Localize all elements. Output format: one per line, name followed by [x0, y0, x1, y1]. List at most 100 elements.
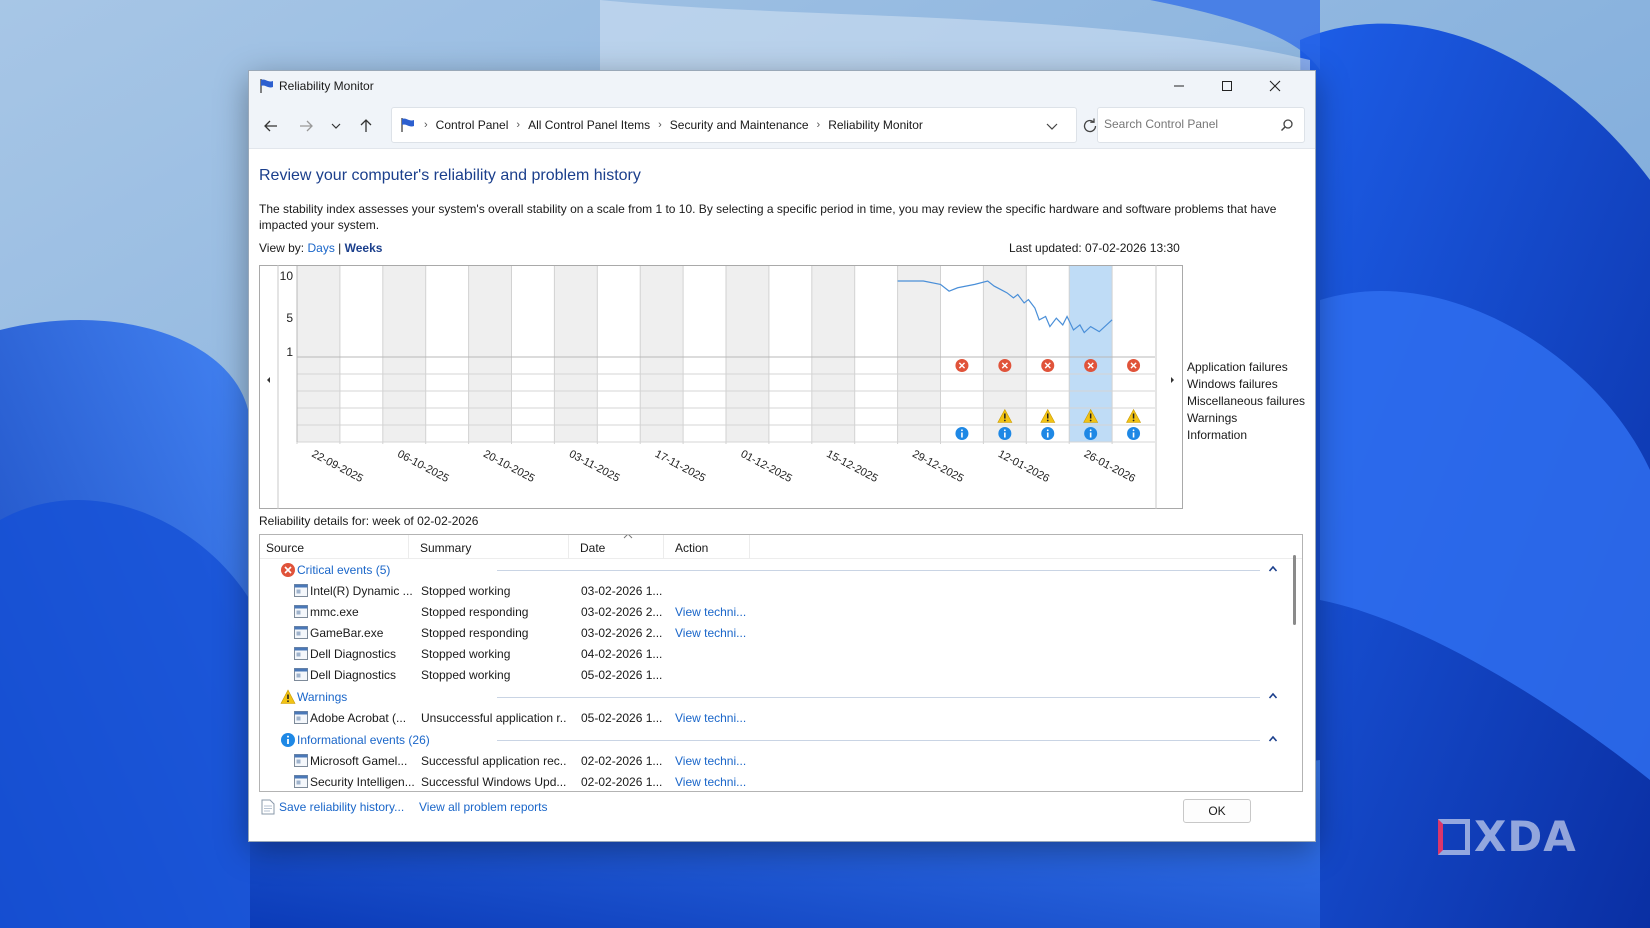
view-technical-details-link[interactable]: View techni... — [675, 754, 746, 768]
application-icon — [294, 775, 308, 788]
reliability-chart[interactable]: 105122-09-202506-10-202520-10-202503-11-… — [259, 265, 1183, 509]
chevron-down-icon — [328, 118, 344, 134]
view-by-selector: View by: Days | Weeks — [259, 241, 382, 255]
week-column[interactable] — [297, 266, 340, 442]
table-row[interactable]: Dell DiagnosticsStopped working05-02-202… — [260, 665, 1302, 686]
close-button[interactable] — [1251, 71, 1299, 101]
table-row[interactable]: Adobe Acrobat (...Unsuccessful applicati… — [260, 708, 1302, 729]
view-technical-details-link[interactable]: View techni... — [675, 626, 746, 640]
column-divider[interactable] — [408, 535, 409, 559]
week-column[interactable] — [554, 266, 597, 442]
ok-button[interactable]: OK — [1183, 799, 1251, 823]
week-column[interactable] — [769, 266, 812, 442]
group-divider — [497, 740, 1260, 741]
minimize-button[interactable] — [1155, 71, 1203, 101]
minimize-icon — [1173, 80, 1185, 92]
address-bar[interactable]: › Control Panel › All Control Panel Item… — [391, 107, 1077, 143]
row-source: mmc.exe — [310, 605, 414, 619]
info-event-dot — [1004, 429, 1006, 431]
group-label[interactable]: Informational events (26) — [297, 733, 430, 747]
week-column[interactable] — [812, 266, 855, 442]
application-icon — [294, 626, 308, 639]
week-column[interactable] — [941, 266, 984, 442]
row-source: Adobe Acrobat (... — [310, 711, 414, 725]
column-divider[interactable] — [749, 535, 750, 559]
column-divider[interactable] — [568, 535, 569, 559]
collapse-chevron-icon[interactable] — [1268, 734, 1278, 744]
column-summary[interactable]: Summary — [420, 541, 471, 555]
view-technical-details-link[interactable]: View techni... — [675, 711, 746, 725]
search-input[interactable] — [1104, 117, 1274, 131]
table-row[interactable]: Microsoft Gamel...Successful application… — [260, 751, 1302, 772]
row-source: Microsoft Gamel... — [310, 754, 414, 768]
vertical-scrollbar[interactable] — [1293, 555, 1296, 625]
info-event-dot — [961, 429, 963, 431]
view-technical-details-link[interactable]: View techni... — [675, 775, 746, 789]
up-button[interactable] — [354, 115, 378, 137]
row-summary: Stopped working — [421, 584, 567, 598]
search-icon[interactable] — [1280, 118, 1294, 132]
breadcrumb-all-items[interactable]: All Control Panel Items — [528, 118, 650, 132]
group-divider — [497, 570, 1260, 571]
back-button[interactable] — [259, 115, 283, 137]
event-group[interactable]: Informational events (26) — [260, 729, 1302, 751]
search-box — [1097, 107, 1305, 143]
save-reliability-history-link[interactable]: Save reliability history... — [279, 800, 404, 814]
title-bar: Reliability Monitor — [249, 71, 1315, 101]
group-label[interactable]: Critical events (5) — [297, 563, 390, 577]
table-row[interactable]: Intel(R) Dynamic ...Stopped working03-02… — [260, 581, 1302, 602]
view-days-link[interactable]: Days — [307, 241, 334, 255]
breadcrumb-separator[interactable]: › — [658, 119, 662, 131]
warning-event-dot — [1004, 420, 1006, 422]
event-group[interactable]: Warnings — [260, 686, 1302, 708]
view-separator: | — [338, 241, 341, 255]
forward-button[interactable] — [294, 115, 318, 137]
collapse-chevron-icon[interactable] — [1268, 691, 1278, 701]
column-date[interactable]: Date — [580, 541, 605, 555]
warning-event-dot — [1133, 420, 1135, 422]
breadcrumb-control-panel[interactable]: Control Panel — [436, 118, 509, 132]
week-column[interactable] — [683, 266, 726, 442]
breadcrumb-security-maintenance[interactable]: Security and Maintenance — [670, 118, 809, 132]
address-dropdown-icon[interactable] — [1044, 118, 1060, 134]
week-column[interactable] — [383, 266, 426, 442]
breadcrumb-separator[interactable]: › — [817, 119, 821, 131]
collapse-chevron-icon[interactable] — [1268, 564, 1278, 574]
group-label[interactable]: Warnings — [297, 690, 347, 704]
week-column[interactable] — [512, 266, 555, 442]
breadcrumb-separator[interactable]: › — [516, 119, 520, 131]
week-column[interactable] — [426, 266, 469, 442]
week-column[interactable] — [640, 266, 683, 442]
week-column[interactable] — [898, 266, 941, 442]
view-all-problem-reports-link[interactable]: View all problem reports — [419, 800, 548, 814]
breadcrumb-reliability-monitor[interactable]: Reliability Monitor — [828, 118, 923, 132]
application-icon — [294, 584, 308, 597]
column-divider[interactable] — [663, 535, 664, 559]
view-technical-details-link[interactable]: View techni... — [675, 605, 746, 619]
table-row[interactable]: Security Intelligen...Successful Windows… — [260, 772, 1302, 792]
details-for-label: Reliability details for: week of 02-02-2… — [259, 514, 478, 528]
view-by-label: View by: — [259, 241, 304, 255]
table-row[interactable]: Dell DiagnosticsStopped working04-02-202… — [260, 644, 1302, 665]
week-column[interactable] — [597, 266, 640, 442]
table-row[interactable]: GameBar.exeStopped responding03-02-2026 … — [260, 623, 1302, 644]
table-row[interactable]: mmc.exeStopped responding03-02-2026 2...… — [260, 602, 1302, 623]
recent-locations-button[interactable] — [324, 115, 348, 137]
info-icon — [280, 732, 296, 748]
row-source: Dell Diagnostics — [310, 647, 414, 661]
week-column[interactable] — [340, 266, 383, 442]
event-legend: Application failures Windows failures Mi… — [1187, 359, 1305, 444]
group-divider — [497, 697, 1260, 698]
row-date: 02-02-2026 1... — [581, 754, 673, 768]
row-source: GameBar.exe — [310, 626, 414, 640]
week-column[interactable] — [726, 266, 769, 442]
week-column[interactable] — [469, 266, 512, 442]
view-weeks-link[interactable]: Weeks — [345, 241, 383, 255]
column-source[interactable]: Source — [266, 541, 304, 555]
event-group[interactable]: Critical events (5) — [260, 559, 1302, 581]
week-column[interactable] — [855, 266, 898, 442]
maximize-button[interactable] — [1203, 71, 1251, 101]
row-date: 05-02-2026 1... — [581, 668, 673, 682]
row-summary: Stopped responding — [421, 626, 567, 640]
column-action[interactable]: Action — [675, 541, 708, 555]
